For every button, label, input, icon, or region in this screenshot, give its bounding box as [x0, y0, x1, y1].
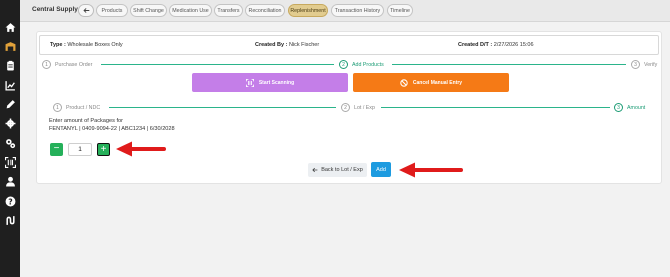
- step-label: Product / NDC: [66, 104, 101, 111]
- home-icon[interactable]: [3, 20, 17, 34]
- step-purchase-order: 1 Purchase Order: [42, 60, 92, 69]
- tab-replenishment[interactable]: Replenishment: [288, 4, 328, 17]
- step-number: 2: [339, 60, 348, 69]
- arrow-left-icon: [312, 167, 318, 173]
- step-label: Add Products: [352, 61, 384, 68]
- step-connector: [101, 64, 334, 65]
- back-to-lot-label: Back to Lot / Exp: [321, 167, 363, 173]
- type-value: Wholesale Boxes Only: [67, 42, 123, 48]
- help-icon[interactable]: ?: [3, 194, 17, 208]
- cancel-manual-label: Cancel Manual Entry: [412, 79, 463, 86]
- scan-icon[interactable]: [3, 155, 17, 169]
- step-label: Verify: [644, 61, 658, 68]
- step-number: 3: [631, 60, 640, 69]
- svg-text:?: ?: [8, 197, 12, 206]
- step-number: 3: [614, 103, 623, 112]
- substep-lot-exp: 2 Lot / Exp: [341, 103, 375, 112]
- type-label: Type :: [50, 42, 66, 48]
- arrow-left-icon: [82, 8, 89, 13]
- substep-product-ndc: 1 Product / NDC: [53, 103, 100, 112]
- gear-icon[interactable]: [3, 116, 17, 130]
- ban-icon: [400, 78, 408, 87]
- step-number: 2: [341, 103, 350, 112]
- created-by-info: Created By : Nick Fischer: [255, 42, 319, 48]
- type-info: Type : Wholesale Boxes Only: [50, 42, 123, 48]
- step-add-products: 2 Add Products: [339, 60, 384, 69]
- chart-icon[interactable]: [3, 78, 17, 92]
- edit-icon[interactable]: [3, 97, 17, 111]
- step-label: Purchase Order: [55, 61, 93, 68]
- tab-transfers[interactable]: Transfers: [214, 4, 243, 17]
- substep-amount: 3 Amount: [614, 103, 645, 112]
- barcode-scan-icon: [245, 78, 254, 87]
- step-label: Amount: [627, 104, 646, 111]
- back-button[interactable]: [78, 4, 94, 17]
- clipboard-icon[interactable]: [3, 58, 17, 72]
- increment-button[interactable]: +: [97, 143, 110, 156]
- add-button[interactable]: Add: [371, 162, 391, 177]
- tab-reconciliation[interactable]: Reconciliation: [245, 4, 285, 17]
- step-verify: 3 Verify: [631, 60, 657, 69]
- start-scanning-button[interactable]: Start Scanning: [192, 73, 348, 92]
- tab-medication-use[interactable]: Medication Use: [169, 4, 212, 17]
- app-title: Central Supply: [32, 6, 78, 13]
- created-dt-info: Created D/T : 2/27/2026 15:06: [458, 42, 534, 48]
- created-by-label: Created By :: [255, 42, 288, 48]
- annotation-arrow-add: [399, 162, 463, 178]
- step-label: Lot / Exp: [354, 104, 375, 111]
- substep-connector: [381, 107, 610, 108]
- step-connector: [392, 64, 626, 65]
- created-by-value: Nick Fischer: [288, 42, 320, 48]
- info-row: Type : Wholesale Boxes Only Created By :…: [39, 35, 659, 55]
- tab-transaction-history[interactable]: Transaction History: [331, 4, 384, 17]
- sidebar: ?: [0, 0, 20, 277]
- warehouse-icon[interactable]: [3, 39, 17, 53]
- back-to-lot-button[interactable]: Back to Lot / Exp: [308, 163, 367, 177]
- amount-section: Enter amount of Packages for FENTANYL | …: [49, 117, 175, 133]
- step-number: 1: [42, 60, 51, 69]
- tab-shift-change[interactable]: Shift Change: [130, 4, 167, 17]
- annotation-arrow-plus: [116, 141, 166, 157]
- created-dt-value: 2/27/2026 15:06: [493, 42, 534, 48]
- tab-products[interactable]: Products: [96, 4, 128, 17]
- tab-timeline[interactable]: Timeline: [387, 4, 413, 17]
- route-icon[interactable]: [3, 213, 17, 227]
- amount-prompt: Enter amount of Packages for: [49, 118, 124, 124]
- product-line: FENTANYL | 0409-9094-22 | ABC1234 | 6/30…: [49, 126, 175, 132]
- start-scanning-label: Start Scanning: [258, 79, 295, 86]
- decrement-button[interactable]: −: [50, 143, 63, 156]
- user-icon[interactable]: [3, 174, 17, 188]
- replenishment-card: Type : Wholesale Boxes Only Created By :…: [36, 31, 662, 184]
- top-nav: Central Supply Products Shift Change Med…: [20, 0, 670, 22]
- cancel-manual-entry-button[interactable]: Cancel Manual Entry: [353, 73, 509, 92]
- substep-connector: [109, 107, 336, 108]
- gears-icon[interactable]: [3, 136, 17, 150]
- quantity-input[interactable]: [68, 143, 92, 156]
- created-dt-label: Created D/T :: [458, 42, 493, 48]
- step-number: 1: [53, 103, 62, 112]
